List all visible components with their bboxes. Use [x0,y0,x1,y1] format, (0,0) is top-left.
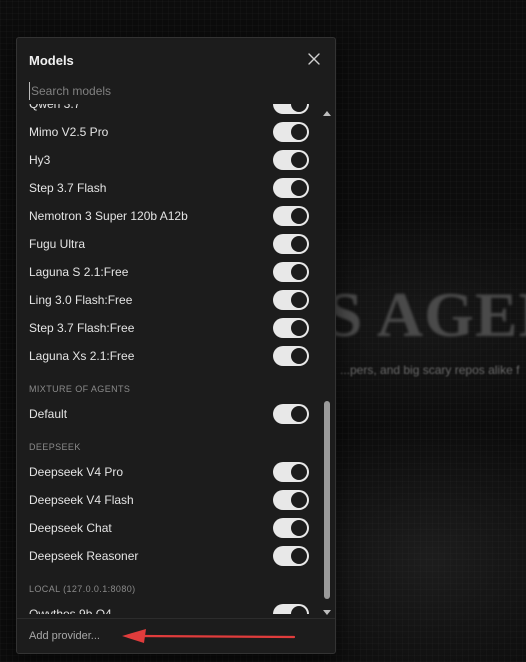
model-row: Hy3 [17,146,323,174]
toggle-knob [291,180,307,196]
toggle-knob [291,236,307,252]
model-label: Deepseek V4 Flash [29,493,134,507]
model-label: Laguna S 2.1:Free [29,265,129,279]
model-toggle[interactable] [273,546,309,566]
scroll-down-arrow-icon[interactable] [323,610,331,615]
toggle-knob [291,104,307,112]
model-row: Step 3.7 Flash:Free [17,314,323,342]
model-toggle[interactable] [273,604,309,614]
model-row: Deepseek V4 Pro [17,458,323,486]
model-row: Deepseek Reasoner [17,542,323,570]
toggle-knob [291,548,307,564]
model-toggle[interactable] [273,290,309,310]
model-row: Qwythos 9b Q4 [17,600,323,614]
toggle-knob [291,464,307,480]
model-row: Nemotron 3 Super 120b A12b [17,202,323,230]
background-hero-subtitle: ...pers, and big scary repos alike f [340,363,520,377]
model-toggle[interactable] [273,346,309,366]
group-header: LOCAL (127.0.0.1:8080) [29,584,136,594]
model-toggle[interactable] [273,104,309,114]
model-label: Deepseek Chat [29,521,112,535]
model-label: Deepseek Reasoner [29,549,139,563]
model-list[interactable]: Qwen 3.7 Mimo V2.5 Pro Hy3 Step 3.7 Flash Ne… [17,104,323,614]
group-header: DEEPSEEK [29,442,81,452]
model-row: Deepseek V4 Flash [17,486,323,514]
model-label: Laguna Xs 2.1:Free [29,349,135,363]
model-label: Fugu Ultra [29,237,86,251]
model-toggle[interactable] [273,262,309,282]
model-toggle[interactable] [273,462,309,482]
model-row: Qwen 3.7 [17,104,323,118]
group-header: MIXTURE OF AGENTS [29,384,131,394]
model-toggle[interactable] [273,150,309,170]
toggle-knob [291,292,307,308]
annotation-arrow-icon [122,629,296,643]
add-provider-link[interactable]: Add provider... [29,630,100,642]
toggle-knob [291,406,307,422]
model-label: Deepseek V4 Pro [29,465,124,479]
toggle-knob [291,264,307,280]
close-button[interactable] [307,52,321,66]
model-row: Laguna S 2.1:Free [17,258,323,286]
toggle-knob [291,606,307,614]
model-toggle[interactable] [273,178,309,198]
model-label: Ling 3.0 Flash:Free [29,293,133,307]
model-row: Deepseek Chat [17,514,323,542]
toggle-knob [291,208,307,224]
close-icon [308,53,320,65]
model-row: Step 3.7 Flash [17,174,323,202]
scroll-up-arrow-icon[interactable] [323,111,331,116]
model-toggle[interactable] [273,318,309,338]
search-input[interactable] [29,82,323,100]
model-label: Qwen 3.7 [29,104,81,111]
model-toggle[interactable] [273,234,309,254]
model-row: Laguna Xs 2.1:Free [17,342,323,370]
model-row: Fugu Ultra [17,230,323,258]
toggle-knob [291,152,307,168]
model-list-content: Qwen 3.7 Mimo V2.5 Pro Hy3 Step 3.7 Flash Ne… [17,104,323,614]
dialog-title: Models [29,53,74,68]
models-dialog: Models Qwen 3.7 Mimo V2.5 Pro Hy3 Step 3.7 … [16,37,336,654]
model-label: Hy3 [29,153,51,167]
scroll-thumb[interactable] [324,401,330,599]
model-label: Default [29,407,68,421]
toggle-knob [291,348,307,364]
toggle-knob [291,492,307,508]
toggle-knob [291,320,307,336]
model-row: Default [17,400,323,428]
model-toggle[interactable] [273,206,309,226]
model-label: Step 3.7 Flash:Free [29,321,135,335]
model-row: Ling 3.0 Flash:Free [17,286,323,314]
model-label: Qwythos 9b Q4 [29,607,112,614]
model-label: Mimo V2.5 Pro [29,125,109,139]
toggle-knob [291,520,307,536]
model-toggle[interactable] [273,490,309,510]
model-row: Mimo V2.5 Pro [17,118,323,146]
model-toggle[interactable] [273,404,309,424]
model-toggle[interactable] [273,518,309,538]
toggle-knob [291,124,307,140]
model-toggle[interactable] [273,122,309,142]
model-label: Step 3.7 Flash [29,181,107,195]
scrollbar[interactable] [322,108,332,615]
model-label: Nemotron 3 Super 120b A12b [29,209,188,223]
